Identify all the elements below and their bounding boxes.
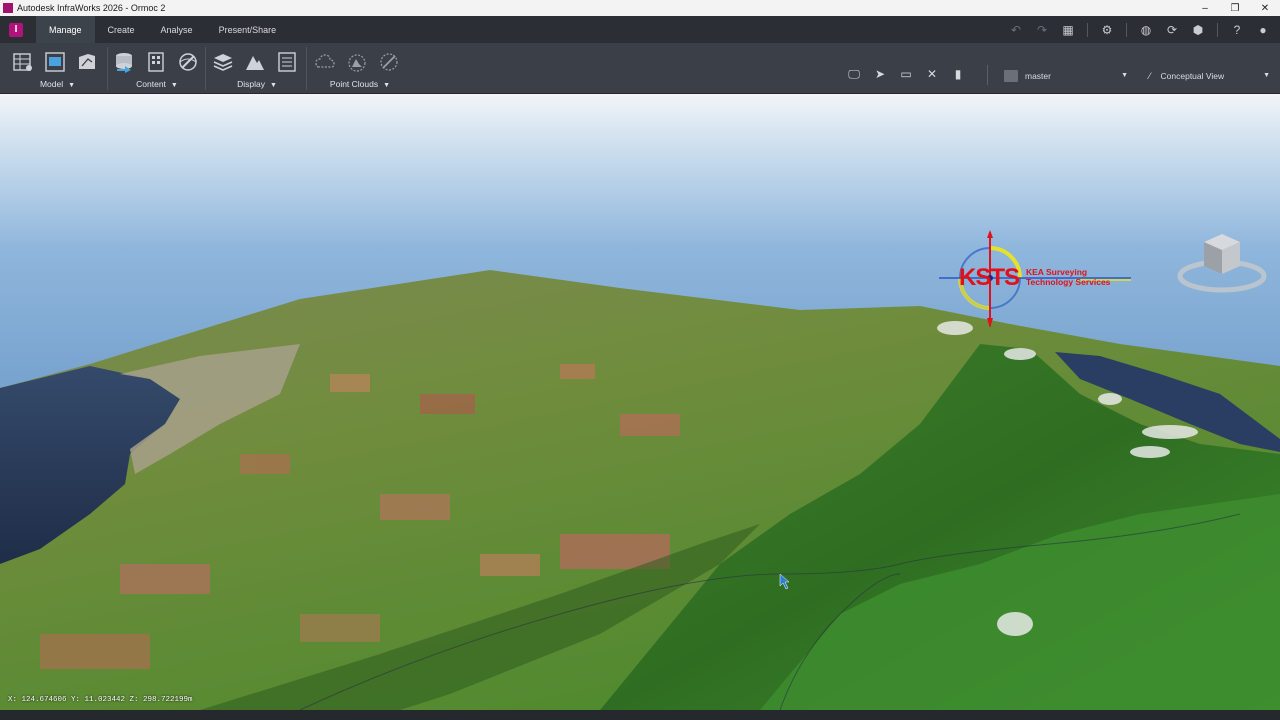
point-clouds-panel-label[interactable]: Point Clouds ▼ — [312, 79, 408, 89]
toolbar-separator — [1217, 22, 1218, 37]
close-button[interactable]: ✕ — [1250, 0, 1280, 16]
user-avatar-icon[interactable]: ● — [1252, 19, 1274, 41]
ribbon-tab-bar: I Manage Create Analyse Present/Share ↶ … — [0, 16, 1280, 43]
globe-road-icon[interactable] — [175, 49, 201, 75]
list-panel-icon[interactable] — [274, 49, 300, 75]
bookmark-icon[interactable]: ▮ — [947, 65, 969, 83]
building-grid-icon[interactable] — [143, 49, 169, 75]
3d-viewport[interactable]: KSTS KEA Surveying Technology Services X… — [0, 94, 1280, 710]
ksts-watermark: KSTS KEA Surveying Technology Services — [935, 230, 1135, 330]
tools-icon[interactable]: ✕ — [921, 65, 943, 83]
help-icon[interactable]: ? — [1226, 19, 1248, 41]
tab-present-share[interactable]: Present/Share — [206, 16, 290, 43]
sync-icon[interactable]: ⟳ — [1161, 19, 1183, 41]
point-clouds-label: Point Clouds — [329, 79, 379, 89]
proposal-dropdown[interactable]: master ▼ — [1000, 67, 1134, 84]
layers-icon[interactable] — [210, 49, 236, 75]
content-label: Content — [136, 79, 166, 89]
title-bar: Autodesk InfraWorks 2026 - Ormoc 2 – ❐ ✕ — [0, 0, 1280, 16]
data-sources-icon[interactable] — [111, 49, 137, 75]
display-panel: Display ▼ — [210, 43, 304, 94]
chevron-down-icon: ▼ — [383, 82, 391, 89]
quick-access-toolbar: ↶ ↷ ▦ ⚙ ◍ ⟳ ⬢ ? ● — [1005, 16, 1274, 43]
chevron-down-icon: ▼ — [68, 82, 76, 89]
point-clouds-panel: Point Clouds ▼ — [312, 43, 408, 94]
viewcube[interactable] — [1176, 228, 1268, 298]
terrain-scene — [0, 94, 1280, 710]
chevron-down-icon: ▼ — [170, 82, 178, 89]
point-cloud-edit-icon[interactable] — [376, 49, 402, 75]
cloud-icon[interactable]: ◍ — [1135, 19, 1157, 41]
proposal-value: master — [1025, 70, 1051, 81]
tab-create[interactable]: Create — [95, 16, 148, 43]
model-explorer-icon[interactable] — [42, 49, 68, 75]
chevron-down-icon: ▼ — [1263, 72, 1270, 79]
settings-gear-icon[interactable]: ⚙ — [1096, 19, 1118, 41]
panel-separator — [107, 47, 108, 90]
chevron-down-icon: ▼ — [1121, 72, 1128, 79]
content-panel-label[interactable]: Content ▼ — [111, 79, 203, 89]
minimize-button[interactable]: – — [1190, 0, 1220, 16]
point-cloud-terrain-icon[interactable] — [344, 49, 370, 75]
view-tools: 🖵 ➤ ▭ ✕ ▮ — [843, 65, 969, 83]
app-icon — [3, 3, 13, 13]
model-surface-icon[interactable] — [74, 49, 100, 75]
kea-surveying-text: KEA Surveying — [1026, 267, 1088, 277]
window-title: Autodesk InfraWorks 2026 - Ormoc 2 — [17, 3, 166, 13]
layout-icon[interactable]: ▦ — [1057, 19, 1079, 41]
ksts-logo-text: KSTS — [959, 264, 1020, 291]
model-properties-icon[interactable] — [10, 49, 36, 75]
point-cloud-cloud-icon[interactable] — [312, 49, 338, 75]
maximize-button[interactable]: ❐ — [1220, 0, 1250, 16]
model-panel-label[interactable]: Model ▼ — [10, 79, 105, 89]
toolbar-separator — [987, 65, 988, 85]
display-label: Display — [237, 79, 265, 89]
display-panel-label[interactable]: Display ▼ — [210, 79, 304, 89]
undo-icon[interactable]: ↶ — [1005, 19, 1027, 41]
technology-services-text: Technology Services — [1026, 277, 1111, 287]
toolbar-separator — [1126, 22, 1127, 37]
content-panel: Content ▼ — [111, 43, 203, 94]
terrain-icon[interactable] — [242, 49, 268, 75]
tab-analyse[interactable]: Analyse — [148, 16, 206, 43]
infraworks-logo-icon[interactable]: I — [9, 22, 23, 37]
coordinate-readout: X: 124.674606 Y: 11.023442 Z: 298.722199… — [8, 696, 193, 704]
tab-manage[interactable]: Manage — [36, 16, 95, 43]
visual-style-icon: ⁄ — [1149, 70, 1151, 81]
select-cursor-icon[interactable]: ➤ — [869, 65, 891, 83]
viewcube-icon — [1177, 234, 1267, 293]
status-bar — [0, 710, 1280, 720]
screen-display-icon[interactable]: 🖵 — [843, 65, 865, 83]
toolbar-separator — [1087, 22, 1088, 37]
measure-icon[interactable]: ▭ — [895, 65, 917, 83]
redo-icon[interactable]: ↷ — [1031, 19, 1053, 41]
chevron-down-icon: ▼ — [269, 82, 277, 89]
panel-separator — [306, 47, 307, 90]
visual-style-value: Conceptual View — [1160, 70, 1225, 81]
panel-separator — [205, 47, 206, 90]
model-cube-icon[interactable]: ⬢ — [1187, 19, 1209, 41]
proposal-icon — [1004, 69, 1018, 82]
model-label: Model — [39, 79, 64, 89]
model-panel: Model ▼ — [10, 43, 105, 94]
visual-style-dropdown[interactable]: ⁄ Conceptual View ▼ — [1142, 67, 1276, 84]
